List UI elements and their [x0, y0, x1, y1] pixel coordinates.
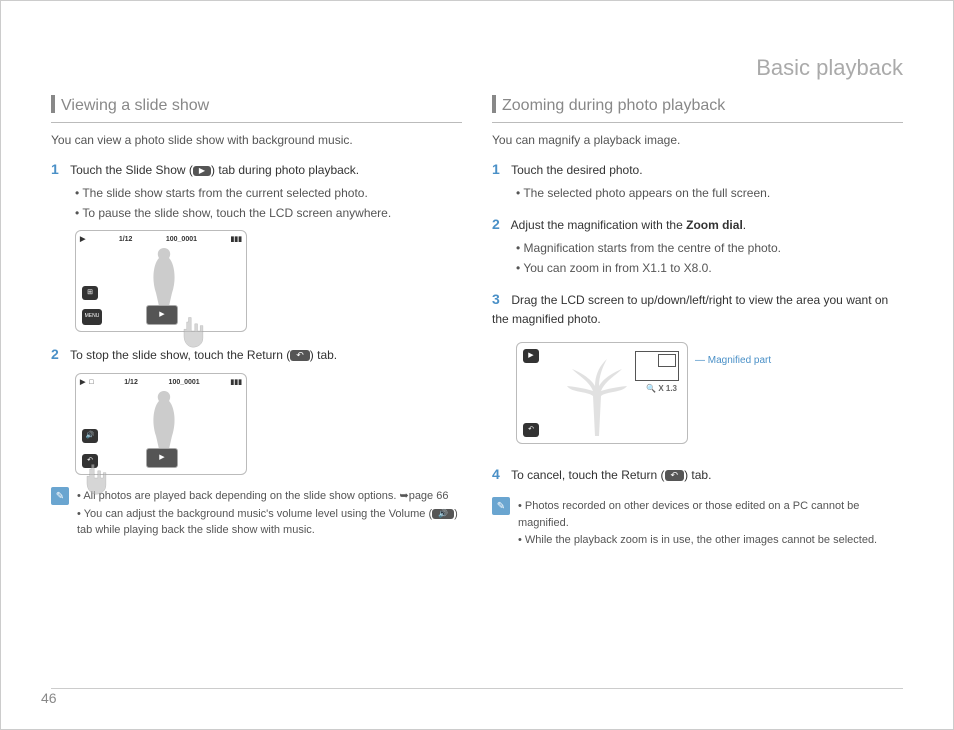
note-icon: ✎ [51, 487, 69, 505]
lcd-mockup-play: ▶ 1/12 100_0001 ▮▮▮ ⊞ MENU ▶ [75, 230, 247, 332]
substep: To pause the slide show, touch the LCD s… [75, 204, 462, 222]
substep: The selected photo appears on the full s… [516, 184, 903, 202]
step-text: To cancel, touch the Return () tab. [511, 468, 711, 482]
step-1: 1 Touch the desired photo. The selected … [492, 159, 903, 202]
play-icon: ▶ □ [80, 378, 94, 389]
step-text: Adjust the magnification with the Zoom d… [511, 218, 746, 232]
substep: Magnification starts from the centre of … [516, 239, 903, 257]
counter: 1/12 [124, 378, 138, 389]
step-4: 4 To cancel, touch the Return () tab. [492, 464, 903, 485]
intro-text: You can magnify a playback image. [492, 131, 903, 149]
step-text: Touch the desired photo. [511, 163, 642, 177]
intro-text: You can view a photo slide show with bac… [51, 131, 462, 149]
step-number: 4 [492, 464, 508, 485]
slideshow-bar-icon: ▶ [146, 448, 178, 468]
return-tab-icon [290, 350, 310, 361]
two-column-layout: Viewing a slide show You can view a phot… [51, 94, 903, 550]
volume-icon: 🔊 [82, 429, 98, 443]
note-item: While the playback zoom is in use, the o… [518, 532, 903, 549]
heading-bar-icon [51, 95, 55, 113]
step-text: Drag the LCD screen to up/down/left/righ… [492, 293, 888, 326]
note-list: Photos recorded on other devices or thos… [518, 497, 903, 550]
step-text: Touch the Slide Show (▶) tab during phot… [70, 163, 359, 177]
note-icon: ✎ [492, 497, 510, 515]
slideshow-bar-icon: ▶ [146, 305, 178, 325]
battery-icon: ▮▮▮ [230, 378, 242, 389]
zoom-level-label: 🔍 X 1.3 [646, 383, 677, 395]
left-column: Viewing a slide show You can view a phot… [51, 94, 462, 550]
section-heading-slideshow: Viewing a slide show [51, 94, 462, 123]
note-box: ✎ Photos recorded on other devices or th… [492, 497, 903, 550]
counter: 1/12 [119, 235, 133, 246]
step-number: 2 [51, 344, 67, 365]
step-number: 3 [492, 289, 508, 310]
touch-hand-icon [175, 313, 211, 349]
steps-list: 1 Touch the Slide Show (▶) tab during ph… [51, 159, 462, 475]
note-list: All photos are played back depending on … [77, 487, 462, 540]
page-number: 46 [41, 688, 57, 709]
step-number: 1 [492, 159, 508, 180]
lcd-mockup-return: ▶ □ 1/12 100_0001 ▮▮▮ 🔊 ↶ ▶ [75, 373, 247, 475]
step-2: 2 Adjust the magnification with the Zoom… [492, 214, 903, 277]
note-item: All photos are played back depending on … [77, 488, 462, 505]
substep: The slide show starts from the current s… [75, 184, 462, 202]
section-heading-zoom: Zooming during photo playback [492, 94, 903, 123]
chapter-title: Basic playback [51, 51, 903, 84]
note-item: Photos recorded on other devices or thos… [518, 498, 903, 531]
step-1: 1 Touch the Slide Show (▶) tab during ph… [51, 159, 462, 332]
heading-bar-icon [492, 95, 496, 113]
substeps: The slide show starts from the current s… [75, 184, 462, 222]
step-number: 2 [492, 214, 508, 235]
menu-button: MENU [82, 309, 102, 325]
footer-divider [51, 688, 903, 689]
heading-text: Zooming during photo playback [502, 97, 725, 114]
steps-list: 1 Touch the desired photo. The selected … [492, 159, 903, 485]
magnified-part-callout: — Magnified part [695, 353, 771, 368]
substeps: Magnification starts from the centre of … [516, 239, 903, 277]
play-icon: ▶ [523, 349, 539, 363]
battery-icon: ▮▮▮ [230, 235, 242, 246]
step-2: 2 To stop the slide show, touch the Retu… [51, 344, 462, 475]
magnify-overview-box [635, 351, 679, 381]
return-icon: ↶ [523, 423, 539, 437]
lcd-mockup-zoom: ▶ 🔍 X 1.3 ↶ — Magnified part [516, 342, 688, 444]
heading-text: Viewing a slide show [61, 97, 209, 114]
substep: You can zoom in from X1.1 to X8.0. [516, 259, 903, 277]
step-text: To stop the slide show, touch the Return… [70, 348, 337, 362]
step-3: 3 Drag the LCD screen to up/down/left/ri… [492, 289, 903, 444]
magnify-region-box [658, 354, 676, 367]
substeps: The selected photo appears on the full s… [516, 184, 903, 202]
palm-tree-icon [547, 351, 647, 436]
slideshow-tab-icon: ▶ [193, 166, 211, 176]
thumbnail-icon: ⊞ [82, 286, 98, 300]
step-number: 1 [51, 159, 67, 180]
touch-hand-icon [78, 460, 114, 496]
manual-page: Basic playback Viewing a slide show You … [0, 0, 954, 730]
return-tab-icon [665, 470, 685, 481]
note-item: You can adjust the background music's vo… [77, 506, 462, 539]
play-icon: ▶ [80, 235, 85, 246]
right-column: Zooming during photo playback You can ma… [492, 94, 903, 550]
volume-tab-icon: 🔊 [432, 509, 454, 519]
